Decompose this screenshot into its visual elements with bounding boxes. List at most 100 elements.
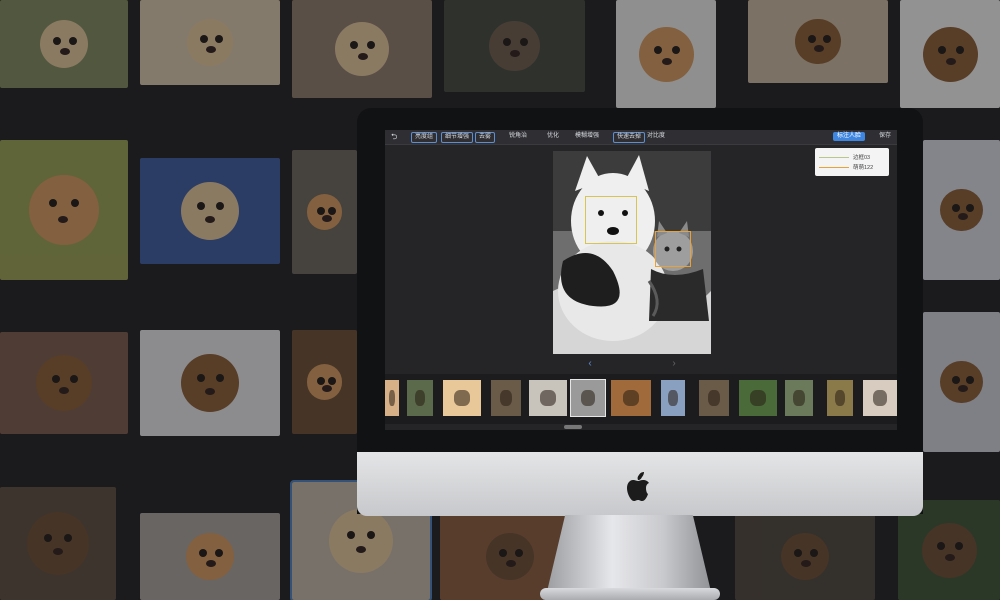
thumbnail-t0[interactable] bbox=[385, 380, 399, 416]
mark-face-button[interactable]: 标注人脸 bbox=[833, 132, 866, 141]
thumbnail-strip bbox=[385, 374, 897, 424]
face-feature bbox=[58, 215, 69, 223]
face-feature bbox=[661, 58, 672, 66]
face-info-row-1[interactable]: 边框03 bbox=[819, 152, 870, 162]
face-feature bbox=[653, 45, 662, 54]
face-feature bbox=[197, 202, 206, 211]
bear-icon bbox=[921, 522, 977, 578]
toolbar-button-5[interactable]: 模糊增强 bbox=[575, 132, 599, 141]
face-box-cat[interactable] bbox=[655, 231, 691, 267]
toolbar-button-3[interactable]: 锐角治 bbox=[509, 132, 527, 141]
dog-icon bbox=[180, 353, 240, 413]
thumbnail-subject bbox=[454, 390, 470, 406]
face-feature bbox=[321, 214, 332, 222]
thumbnail-t6[interactable] bbox=[611, 380, 651, 416]
face-feature bbox=[936, 541, 945, 550]
face-feature bbox=[215, 374, 224, 383]
bg-photo-bear-cub bbox=[735, 513, 875, 600]
face-feature bbox=[53, 36, 62, 45]
bg-photo-dachshund-bag bbox=[748, 0, 888, 83]
face-label-2: 萌萌122 bbox=[853, 165, 874, 171]
thumbnail-subject bbox=[581, 390, 595, 406]
dog-icon bbox=[940, 188, 983, 232]
bg-photo-hamster-hand bbox=[0, 0, 128, 88]
save-button[interactable]: 保存 bbox=[879, 132, 891, 141]
apple-logo-icon bbox=[627, 472, 649, 501]
face-feature bbox=[809, 549, 818, 558]
bg-photo-two-hamsters bbox=[140, 158, 280, 264]
face-color-line-1 bbox=[819, 156, 849, 158]
bg-photo-lying-cat bbox=[292, 330, 357, 434]
face-feature bbox=[958, 385, 969, 393]
thumbnail-t8[interactable] bbox=[699, 380, 729, 416]
face-info-row-2[interactable]: 萌萌122 bbox=[819, 162, 873, 172]
face-feature bbox=[954, 541, 963, 550]
thumbnail-t7[interactable] bbox=[661, 380, 685, 416]
toolbar-button-7[interactable]: 对比度 bbox=[647, 132, 665, 141]
face-feature bbox=[316, 376, 325, 385]
bg-photo-cat-tongue bbox=[292, 150, 357, 274]
thumbnail-t9[interactable] bbox=[739, 380, 777, 416]
face-feature bbox=[937, 45, 946, 54]
face-feature bbox=[215, 202, 224, 211]
face-feature bbox=[794, 549, 803, 558]
thumbnail-subject bbox=[389, 390, 395, 406]
face-feature bbox=[944, 554, 955, 562]
face-feature bbox=[945, 58, 956, 66]
face-feature bbox=[814, 45, 825, 53]
face-box-dog[interactable] bbox=[585, 196, 637, 244]
toolbar-button-6[interactable]: 快速去掉 bbox=[613, 132, 646, 143]
face-feature bbox=[510, 50, 521, 58]
dog-icon bbox=[922, 26, 978, 82]
face-feature bbox=[328, 206, 337, 215]
toolbar-button-2[interactable]: 去雾 bbox=[475, 132, 496, 143]
cat-icon bbox=[306, 194, 343, 230]
face-feature bbox=[206, 560, 217, 568]
prev-photo-icon[interactable]: ‹ bbox=[585, 359, 595, 369]
cat-icon bbox=[638, 26, 694, 82]
bg-photo-bernese-dog bbox=[923, 312, 1000, 452]
face-feature bbox=[205, 215, 216, 223]
face-feature bbox=[506, 560, 517, 568]
thumbnail-t4[interactable] bbox=[529, 380, 567, 416]
dog-icon bbox=[35, 354, 93, 412]
back-arrow-icon[interactable]: ⮌ bbox=[391, 132, 401, 141]
face-feature bbox=[59, 387, 70, 395]
toolbar-button-1[interactable]: 细节增强 bbox=[441, 132, 474, 143]
face-feature bbox=[958, 213, 969, 221]
thumbnail-t5[interactable] bbox=[570, 379, 606, 417]
toolbar-button-4[interactable]: 优化 bbox=[547, 132, 559, 141]
face-feature bbox=[514, 549, 523, 558]
thumbnail-subject bbox=[793, 390, 805, 406]
thumbnail-t3[interactable] bbox=[491, 380, 521, 416]
main-photo-dog-and-cat bbox=[553, 151, 711, 354]
thumbnail-t11[interactable] bbox=[827, 380, 853, 416]
toolbar-button-0[interactable]: 亮度组 bbox=[411, 132, 438, 143]
face-feature bbox=[801, 560, 812, 568]
face-feature bbox=[952, 203, 961, 212]
hamster-icon bbox=[335, 22, 389, 76]
strip-scroll-handle[interactable] bbox=[564, 425, 582, 429]
bg-photo-sitting-dachshund bbox=[140, 330, 280, 436]
thumbnail-t10[interactable] bbox=[785, 380, 813, 416]
next-photo-icon[interactable]: › bbox=[669, 359, 679, 369]
hamster-icon bbox=[39, 19, 89, 69]
thumbnail-subject bbox=[623, 390, 639, 406]
face-feature bbox=[69, 374, 78, 383]
face-feature bbox=[955, 45, 964, 54]
face-feature bbox=[199, 35, 208, 44]
bg-photo-pika-grass bbox=[444, 0, 585, 92]
thumbnail-t1[interactable] bbox=[407, 380, 433, 416]
hamster-icon bbox=[328, 508, 394, 574]
face-feature bbox=[503, 38, 512, 47]
thumbnail-subject bbox=[540, 390, 556, 406]
bear-icon bbox=[26, 512, 90, 575]
face-feature bbox=[321, 384, 332, 392]
thumbnail-t12[interactable] bbox=[863, 380, 897, 416]
bg-photo-french-bulldog bbox=[900, 0, 1000, 108]
hamster-icon bbox=[186, 19, 234, 66]
dog-icon bbox=[795, 18, 841, 65]
thumbnail-t2[interactable] bbox=[443, 380, 481, 416]
face-color-line-2 bbox=[819, 166, 849, 168]
cat-icon bbox=[186, 532, 234, 581]
